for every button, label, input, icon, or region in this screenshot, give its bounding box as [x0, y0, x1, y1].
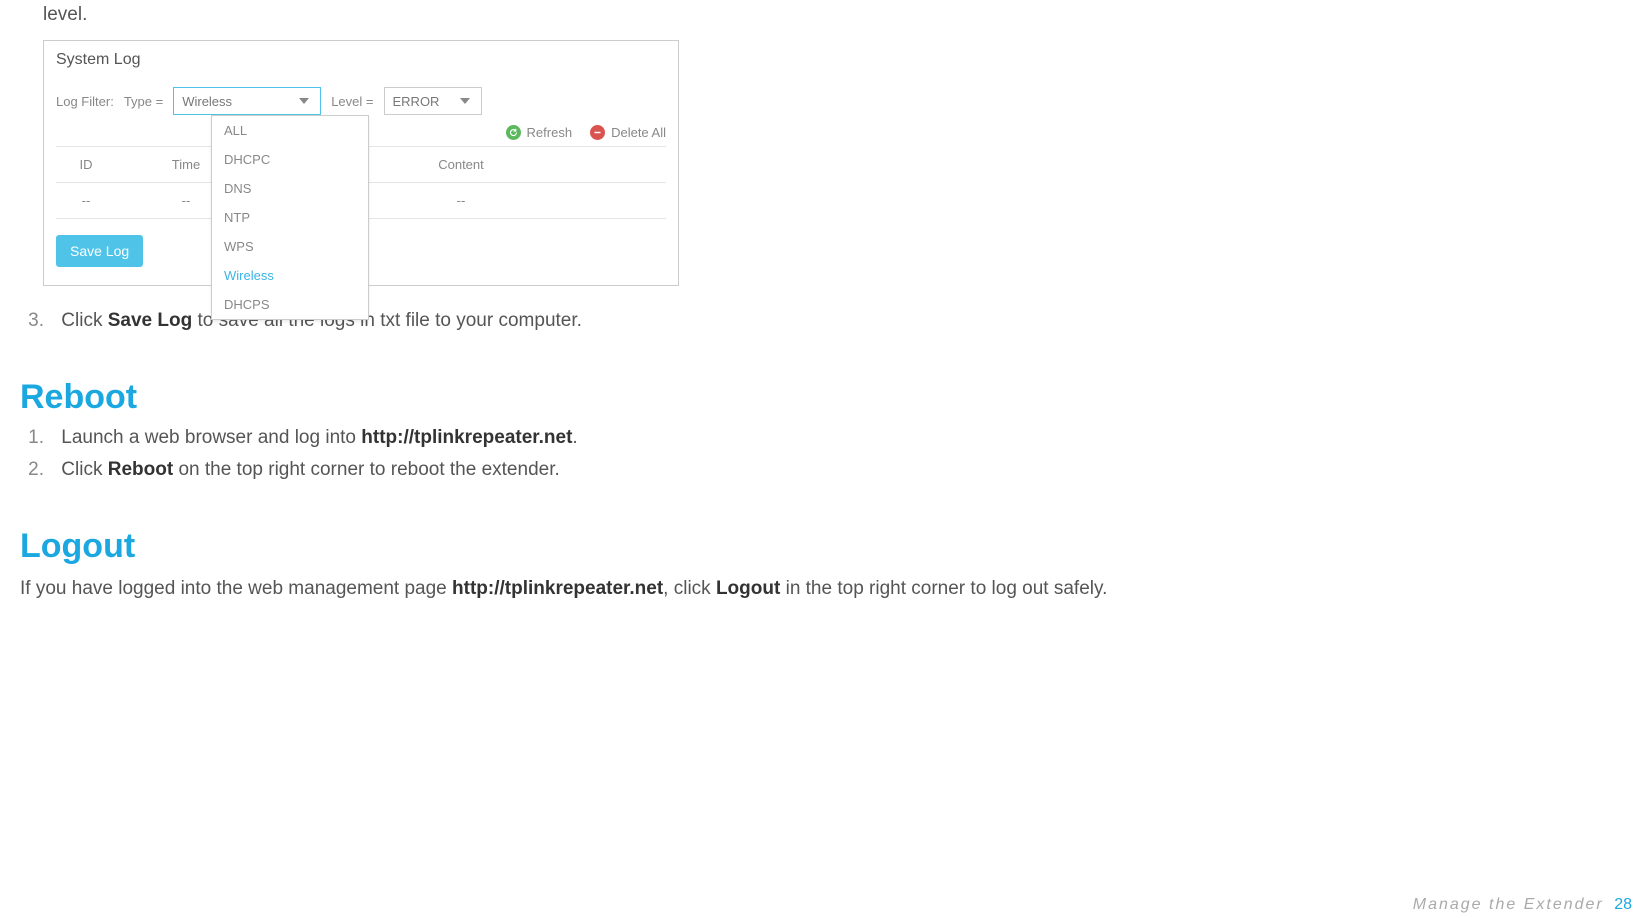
- level-select-value: ERROR: [393, 94, 440, 109]
- delete-icon: [590, 125, 605, 140]
- delete-all-label: Delete All: [611, 125, 666, 140]
- dropdown-item[interactable]: DHCPC: [212, 145, 368, 174]
- step-bold: Reboot: [108, 459, 173, 480]
- type-select-value: Wireless: [182, 94, 232, 109]
- refresh-button[interactable]: Refresh: [506, 125, 573, 140]
- step-text: Click: [61, 310, 107, 331]
- refresh-label: Refresh: [527, 125, 573, 140]
- type-label: Type =: [124, 94, 163, 109]
- step-text: .: [572, 427, 577, 448]
- save-log-button[interactable]: Save Log: [56, 235, 143, 267]
- type-select[interactable]: Wireless: [173, 87, 321, 115]
- type-dropdown: ALL DHCPC DNS NTP WPS Wireless DHCPS: [211, 115, 369, 320]
- filter-row: Log Filter: Type = Wireless Level = ERRO…: [56, 87, 666, 115]
- step-number: 3.: [24, 310, 44, 332]
- step-text: on the top right corner to reboot the ex…: [173, 459, 560, 480]
- dropdown-item[interactable]: Wireless: [212, 261, 368, 290]
- dropdown-item[interactable]: DNS: [212, 174, 368, 203]
- dropdown-item[interactable]: DHCPS: [212, 290, 368, 319]
- step-number: 1.: [24, 427, 44, 449]
- top-fragment: level.: [43, 4, 1632, 26]
- th-id: ID: [56, 147, 116, 183]
- reboot-step-1: 1. Launch a web browser and log into htt…: [24, 427, 1632, 449]
- reboot-step-2: 2. Click Reboot on the top right corner …: [24, 459, 1632, 481]
- log-filter-label: Log Filter:: [56, 94, 114, 109]
- page-footer: Manage the Extender 28: [1413, 896, 1632, 914]
- dropdown-item[interactable]: NTP: [212, 203, 368, 232]
- step-bold: Save Log: [108, 310, 192, 331]
- panel-title: System Log: [56, 51, 666, 69]
- p-bold: http://tplinkrepeater.net: [452, 578, 663, 599]
- chevron-down-icon: [457, 93, 473, 109]
- step-number: 2.: [24, 459, 44, 481]
- step-text: Click: [61, 459, 107, 480]
- dropdown-item[interactable]: ALL: [212, 116, 368, 145]
- system-log-panel: System Log Log Filter: Type = Wireless L…: [43, 40, 679, 286]
- delete-all-button[interactable]: Delete All: [590, 125, 666, 140]
- level-label: Level =: [331, 94, 373, 109]
- footer-text: Manage the Extender: [1413, 896, 1604, 913]
- reboot-heading: Reboot: [20, 378, 1632, 417]
- page-number: 28: [1614, 896, 1632, 913]
- step-bold: http://tplinkrepeater.net: [361, 427, 572, 448]
- refresh-icon: [506, 125, 521, 140]
- p-text: in the top right corner to log out safel…: [780, 578, 1107, 599]
- logout-heading: Logout: [20, 527, 1632, 566]
- chevron-down-icon: [296, 93, 312, 109]
- cell: --: [56, 183, 116, 219]
- p-text: If you have logged into the web manageme…: [20, 578, 452, 599]
- dropdown-item[interactable]: WPS: [212, 232, 368, 261]
- logout-paragraph: If you have logged into the web manageme…: [20, 576, 1632, 603]
- p-text: , click: [663, 578, 716, 599]
- level-select[interactable]: ERROR: [384, 87, 482, 115]
- p-bold: Logout: [716, 578, 780, 599]
- step-text: Launch a web browser and log into: [61, 427, 361, 448]
